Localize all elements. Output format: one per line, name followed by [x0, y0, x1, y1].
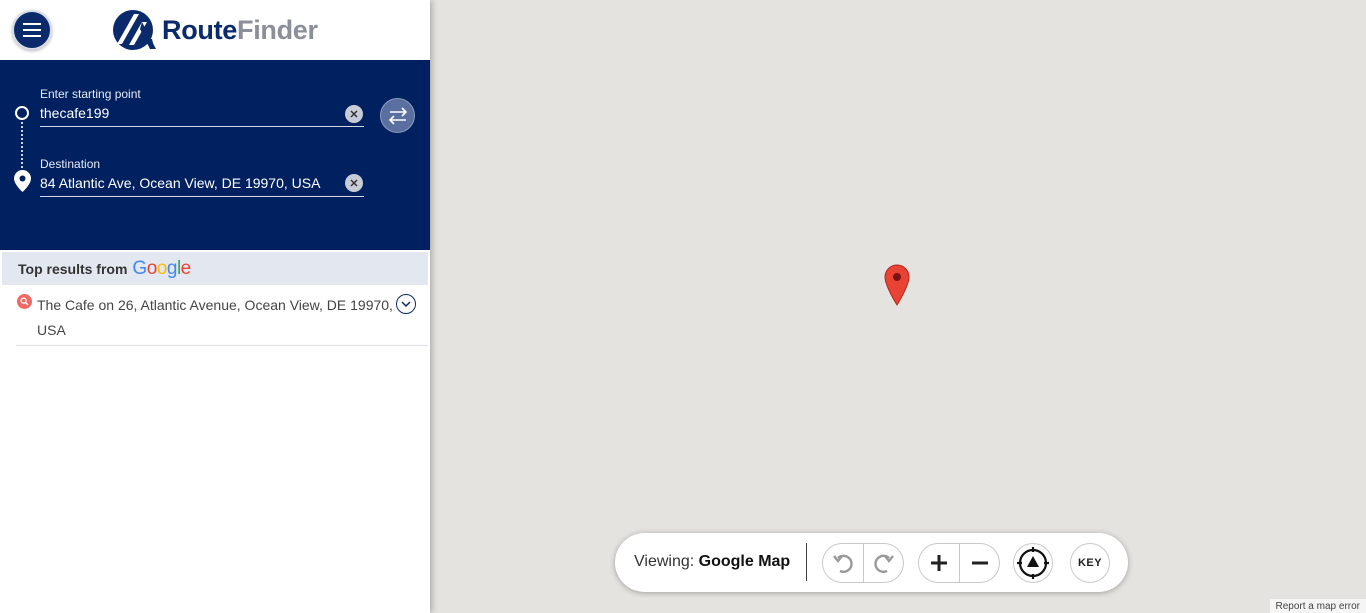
route-connector	[21, 122, 23, 168]
map-canvas[interactable]: Viewing: Google Map KEY Report a map err…	[430, 0, 1366, 613]
viewing-map-type: Google Map	[698, 553, 791, 570]
start-point-icon	[15, 106, 29, 120]
header: RouteFinder	[0, 0, 430, 60]
clear-destination-button[interactable]	[345, 174, 363, 192]
zoom-in-button[interactable]	[919, 544, 959, 582]
google-letter: g	[166, 257, 178, 279]
destination-input[interactable]	[40, 169, 364, 197]
result-text: The Cafe on 26, Atlantic Avenue, Ocean V…	[37, 297, 393, 338]
locate-button[interactable]	[1013, 543, 1053, 583]
google-letter: o	[146, 257, 158, 279]
expand-result-button[interactable]	[396, 294, 416, 314]
logo-mark-icon	[113, 10, 156, 50]
redo-icon	[873, 554, 894, 573]
zoom-out-button[interactable]	[959, 544, 999, 582]
results-title: Top results from	[18, 260, 128, 277]
viewing-indicator: Viewing: Google Map	[634, 553, 790, 571]
destination-pin-icon	[14, 170, 31, 192]
key-button[interactable]: KEY	[1070, 543, 1110, 583]
history-controls	[822, 543, 904, 583]
sidebar: RouteFinder Enter starting point Destina…	[0, 0, 430, 613]
swap-button[interactable]	[380, 98, 415, 133]
map-controls: Viewing: Google Map KEY	[615, 533, 1128, 592]
logo-route-word: Route	[162, 14, 237, 45]
zoom-controls	[918, 543, 1000, 583]
undo-button[interactable]	[823, 544, 863, 582]
clear-icon	[350, 179, 358, 187]
logo-text: RouteFinder	[162, 15, 318, 46]
locate-icon	[1017, 547, 1049, 579]
zoom-out-icon	[971, 561, 988, 565]
start-input[interactable]	[40, 99, 364, 127]
clear-icon	[350, 110, 358, 118]
logo[interactable]: RouteFinder	[112, 8, 318, 52]
google-logo: Google	[132, 257, 192, 280]
google-letter: G	[132, 257, 147, 279]
google-letter: e	[180, 257, 192, 279]
logo-finder-word: Finder	[237, 14, 318, 45]
menu-button[interactable]	[12, 10, 52, 50]
location-pin-icon[interactable]	[884, 264, 910, 306]
google-letter: o	[156, 257, 168, 279]
zoom-in-icon	[931, 555, 947, 571]
magnifier-icon	[20, 297, 29, 306]
results-header: Top results from Google	[2, 252, 428, 285]
swap-icon	[388, 106, 407, 125]
route-panel: Enter starting point Destination	[0, 60, 430, 250]
menu-icon	[23, 23, 41, 37]
key-label: KEY	[1077, 557, 1103, 569]
viewing-prefix: Viewing:	[634, 553, 695, 570]
redo-button[interactable]	[863, 544, 903, 582]
chevron-down-icon	[401, 301, 411, 307]
clear-start-button[interactable]	[345, 105, 363, 123]
undo-icon	[833, 554, 853, 573]
search-result-icon	[17, 294, 32, 309]
report-map-error-link[interactable]: Report a map error	[1269, 599, 1366, 613]
result-item[interactable]: The Cafe on 26, Atlantic Avenue, Ocean V…	[16, 289, 428, 346]
divider	[806, 543, 807, 581]
